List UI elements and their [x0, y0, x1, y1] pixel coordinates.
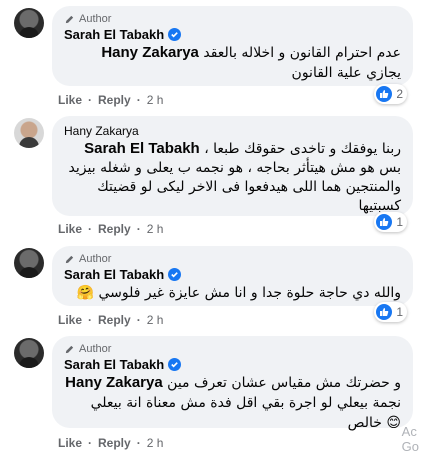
reply-button[interactable]: Reply	[98, 222, 131, 236]
pen-icon	[65, 345, 74, 353]
reaction-count[interactable]: 1	[374, 212, 407, 232]
author-name[interactable]: Sarah El Tabakh	[64, 267, 164, 282]
verified-badge-icon	[168, 268, 182, 281]
comment-text: Hany Zakarya عدم احترام القانون و اخلاله…	[64, 43, 401, 83]
comment-actions: Like · Reply · 2 h	[58, 436, 163, 450]
comment-body: عدم احترام القانون و اخلاله بالعقد يجازي…	[203, 45, 401, 81]
reaction-number: 2	[396, 87, 403, 101]
timestamp[interactable]: 2 h	[147, 93, 164, 107]
avatar[interactable]	[14, 118, 44, 148]
author-badge-label: Author	[79, 253, 112, 265]
reaction-count[interactable]: 1	[374, 302, 407, 322]
separator: ·	[136, 222, 141, 236]
timestamp[interactable]: 2 h	[147, 436, 164, 450]
author-badge: Author	[64, 252, 401, 266]
comment-bubble: Author Sarah El Tabakh والله دي حاجة حلو…	[52, 246, 413, 306]
mention-link[interactable]: Hany Zakarya	[65, 374, 163, 391]
verified-badge-icon	[168, 358, 182, 371]
pen-icon	[65, 255, 74, 263]
reply-button[interactable]: Reply	[98, 93, 131, 107]
separator: ·	[136, 93, 141, 107]
comment-body: والله دي حاجة حلوة جدا و انا مش عايزة غي…	[76, 285, 401, 301]
like-icon	[376, 214, 393, 230]
comment-actions: Like · Reply · 2 h	[58, 222, 163, 236]
like-button[interactable]: Like	[58, 93, 82, 107]
comment-author: Sarah El Tabakh	[64, 26, 401, 43]
like-icon	[376, 304, 393, 320]
avatar[interactable]	[14, 8, 44, 38]
comment-actions: Like · Reply · 2 h	[58, 93, 163, 107]
author-name[interactable]: Hany Zakarya	[64, 124, 139, 138]
separator: ·	[88, 313, 93, 327]
avatar[interactable]	[14, 338, 44, 368]
comment-text: Hany Zakarya و حضرتك مش مقياس عشان تعرف …	[64, 373, 401, 433]
like-icon	[376, 86, 393, 102]
mention-link[interactable]: Hany Zakarya	[101, 44, 199, 61]
timestamp[interactable]: 2 h	[147, 222, 164, 236]
watermark-line-1: Ac	[401, 424, 417, 439]
comment-bubble: Author Sarah El Tabakh Hany Zakarya و حض…	[52, 336, 413, 431]
comment-text: والله دي حاجة حلوة جدا و انا مش عايزة غي…	[64, 283, 401, 303]
comment-actions: Like · Reply · 2 h	[58, 313, 163, 327]
mention-link[interactable]: Sarah El Tabakh	[84, 140, 200, 157]
comment-author: Sarah El Tabakh	[64, 356, 401, 373]
comment-bubble: Hany Zakarya Sarah El Tabakh ربنا يوفقك …	[52, 116, 413, 216]
separator: ·	[136, 313, 141, 327]
separator: ·	[88, 436, 93, 450]
activation-watermark: Ac Go	[402, 424, 419, 454]
like-button[interactable]: Like	[58, 436, 82, 450]
verified-badge-icon	[168, 28, 182, 41]
comment-author: Sarah El Tabakh	[64, 266, 401, 283]
avatar[interactable]	[14, 248, 44, 278]
reaction-number: 1	[396, 305, 403, 319]
reaction-number: 1	[396, 215, 403, 229]
author-badge: Author	[64, 12, 401, 26]
reply-button[interactable]: Reply	[98, 313, 131, 327]
comment-bubble: Author Sarah El Tabakh Hany Zakarya عدم …	[52, 6, 413, 86]
author-badge: Author	[64, 342, 401, 356]
author-name[interactable]: Sarah El Tabakh	[64, 357, 164, 372]
timestamp[interactable]: 2 h	[147, 313, 164, 327]
watermark-line-2: Go	[401, 439, 419, 454]
author-name[interactable]: Sarah El Tabakh	[64, 27, 164, 42]
separator: ·	[136, 436, 141, 450]
separator: ·	[88, 93, 93, 107]
author-badge-label: Author	[79, 343, 112, 355]
reply-button[interactable]: Reply	[98, 436, 131, 450]
comment-author: Hany Zakarya	[64, 122, 401, 139]
pen-icon	[65, 15, 74, 23]
like-button[interactable]: Like	[58, 313, 82, 327]
author-badge-label: Author	[79, 13, 112, 25]
like-button[interactable]: Like	[58, 222, 82, 236]
reaction-count[interactable]: 2	[374, 84, 407, 104]
separator: ·	[88, 222, 93, 236]
comment-text: Sarah El Tabakh ربنا يوفقك و تاخدى حقوقك…	[64, 139, 401, 216]
